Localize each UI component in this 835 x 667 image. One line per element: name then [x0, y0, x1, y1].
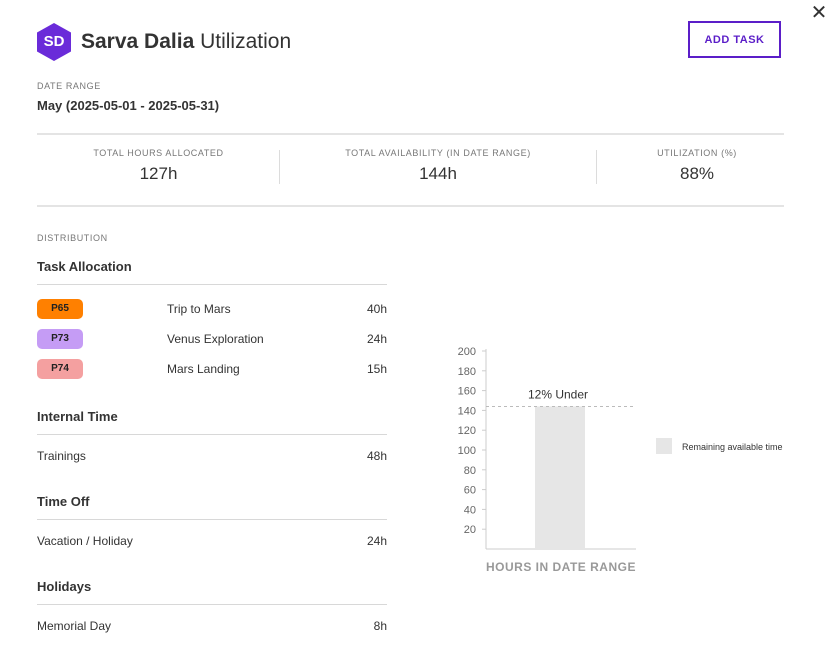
divider	[37, 604, 387, 605]
stat-value: 144h	[419, 164, 457, 183]
y-tick-label: 140	[458, 405, 476, 417]
internal-time-name: Trainings	[37, 449, 86, 463]
stat-total-hours: TOTAL HOURS ALLOCATED 127h	[37, 148, 280, 184]
time-off-name: Vacation / Holiday	[37, 534, 133, 548]
section-title-internal-time: Internal Time	[37, 409, 118, 424]
divider	[37, 434, 387, 435]
section-title-task-allocation: Task Allocation	[37, 259, 132, 274]
title-suffix: Utilization	[200, 30, 292, 53]
page-title: Sarva Dalia Utilization	[81, 30, 291, 54]
avatar: SD	[43, 33, 65, 50]
y-tick-label: 40	[464, 504, 476, 516]
y-tick-label: 180	[458, 366, 476, 378]
task-name: Venus Exploration	[167, 332, 264, 346]
time-off-hours: 24h	[366, 534, 387, 548]
add-task-button[interactable]: ADD TASK	[688, 21, 781, 58]
y-tick-label: 160	[458, 386, 476, 398]
holiday-hours: 8h	[373, 619, 387, 633]
legend-label: Remaining available time	[682, 442, 783, 452]
divider	[37, 519, 387, 520]
stat-label: TOTAL AVAILABILITY (IN DATE RANGE)	[345, 148, 531, 158]
stat-value: 127h	[139, 164, 178, 183]
under-annotation: 12% Under	[528, 387, 588, 401]
y-tick-label: 20	[464, 524, 476, 536]
y-tick-label: 120	[458, 425, 476, 437]
close-icon[interactable]: ✕	[809, 2, 829, 22]
y-tick-label: 80	[464, 465, 476, 477]
stat-value: 88%	[679, 164, 715, 183]
stat-utilization: UTILIZATION (%) 88%	[597, 148, 797, 184]
legend-swatch	[656, 438, 672, 454]
project-badge[interactable]: P74	[37, 359, 83, 379]
project-badge[interactable]: P73	[37, 329, 83, 349]
section-title-holidays: Holidays	[37, 579, 92, 594]
x-axis-label: HOURS IN DATE RANGE	[486, 560, 636, 574]
section-title-time-off: Time Off	[37, 494, 90, 509]
holiday-name: Memorial Day	[37, 619, 112, 633]
hours-chart: 20 40 60 80 100 120 140 160 180 200 12% Under HOURS…	[458, 346, 636, 574]
divider	[37, 284, 387, 285]
task-name: Trip to Mars	[167, 302, 231, 316]
task-hours: 24h	[366, 332, 387, 346]
divider	[37, 205, 784, 207]
stat-total-availability: TOTAL AVAILABILITY (IN DATE RANGE) 144h	[280, 148, 596, 184]
date-range-value: May (2025-05-01 - 2025-05-31)	[37, 98, 220, 113]
stat-label: TOTAL HOURS ALLOCATED	[93, 148, 224, 158]
project-badge[interactable]: P65	[37, 299, 83, 319]
date-range-label: DATE RANGE	[37, 81, 101, 91]
y-tick-label: 200	[458, 346, 476, 358]
divider	[37, 133, 784, 135]
distribution-label: DISTRIBUTION	[37, 233, 108, 243]
y-tick-label: 60	[464, 485, 476, 497]
stat-label: UTILIZATION (%)	[657, 148, 737, 158]
person-name: Sarva Dalia	[81, 30, 195, 53]
internal-time-hours: 48h	[366, 449, 387, 463]
task-name: Mars Landing	[167, 362, 240, 376]
bar-remaining-available	[535, 406, 585, 549]
task-hours: 15h	[366, 362, 387, 376]
y-tick-label: 100	[458, 445, 476, 457]
task-hours: 40h	[366, 302, 387, 316]
